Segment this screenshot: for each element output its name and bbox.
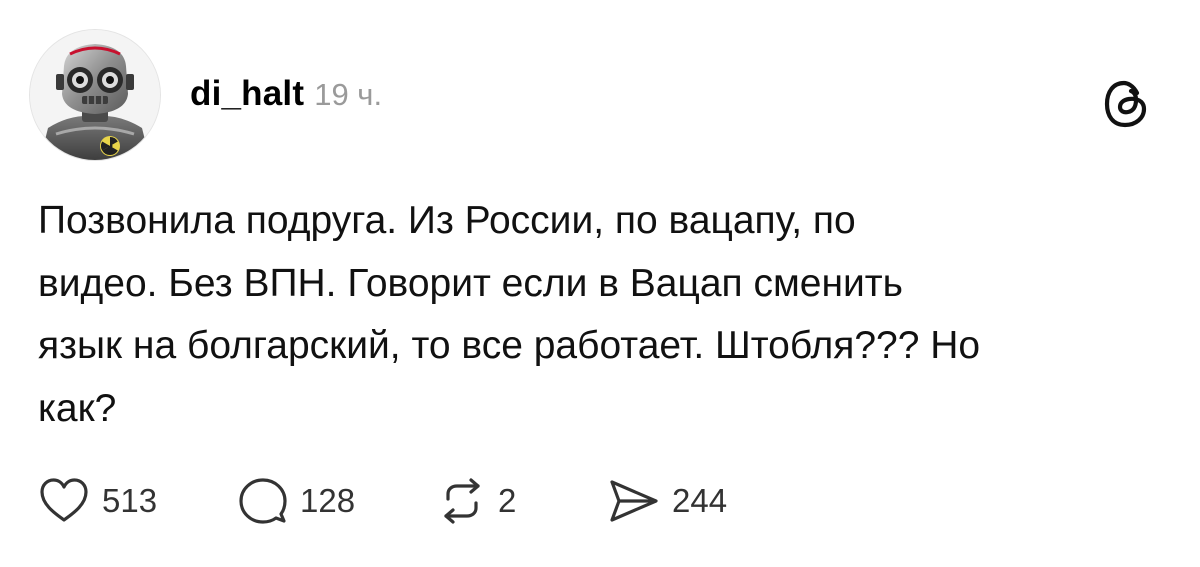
- share-count: 244: [672, 482, 728, 519]
- repost-count: 2: [498, 482, 517, 519]
- heart-icon: [40, 478, 88, 522]
- robot-avatar-icon: [30, 30, 160, 160]
- send-icon: [610, 480, 658, 522]
- post-header: di_halt 19 ч.: [190, 74, 382, 120]
- share-button[interactable]: 244: [608, 478, 808, 524]
- reply-count: 128: [300, 482, 356, 519]
- like-count: 513: [102, 482, 158, 519]
- reply-button[interactable]: 128: [238, 476, 438, 526]
- user-avatar[interactable]: [30, 30, 160, 160]
- comment-bubble-icon: [239, 478, 287, 524]
- threads-logo-icon[interactable]: [1103, 79, 1149, 129]
- like-button[interactable]: 513: [38, 477, 238, 525]
- post-actions: 513 128 2 244: [38, 475, 808, 527]
- post-text: Позвонила подруга. Из России, по вацапу,…: [38, 199, 981, 430]
- repost-arrows-icon: [444, 478, 480, 524]
- threads-post: di_halt 19 ч. Позвонила подруга. Из Росс…: [0, 0, 1200, 567]
- timestamp: 19 ч.: [314, 77, 383, 112]
- repost-button[interactable]: 2: [438, 477, 608, 525]
- username[interactable]: di_halt: [190, 74, 304, 114]
